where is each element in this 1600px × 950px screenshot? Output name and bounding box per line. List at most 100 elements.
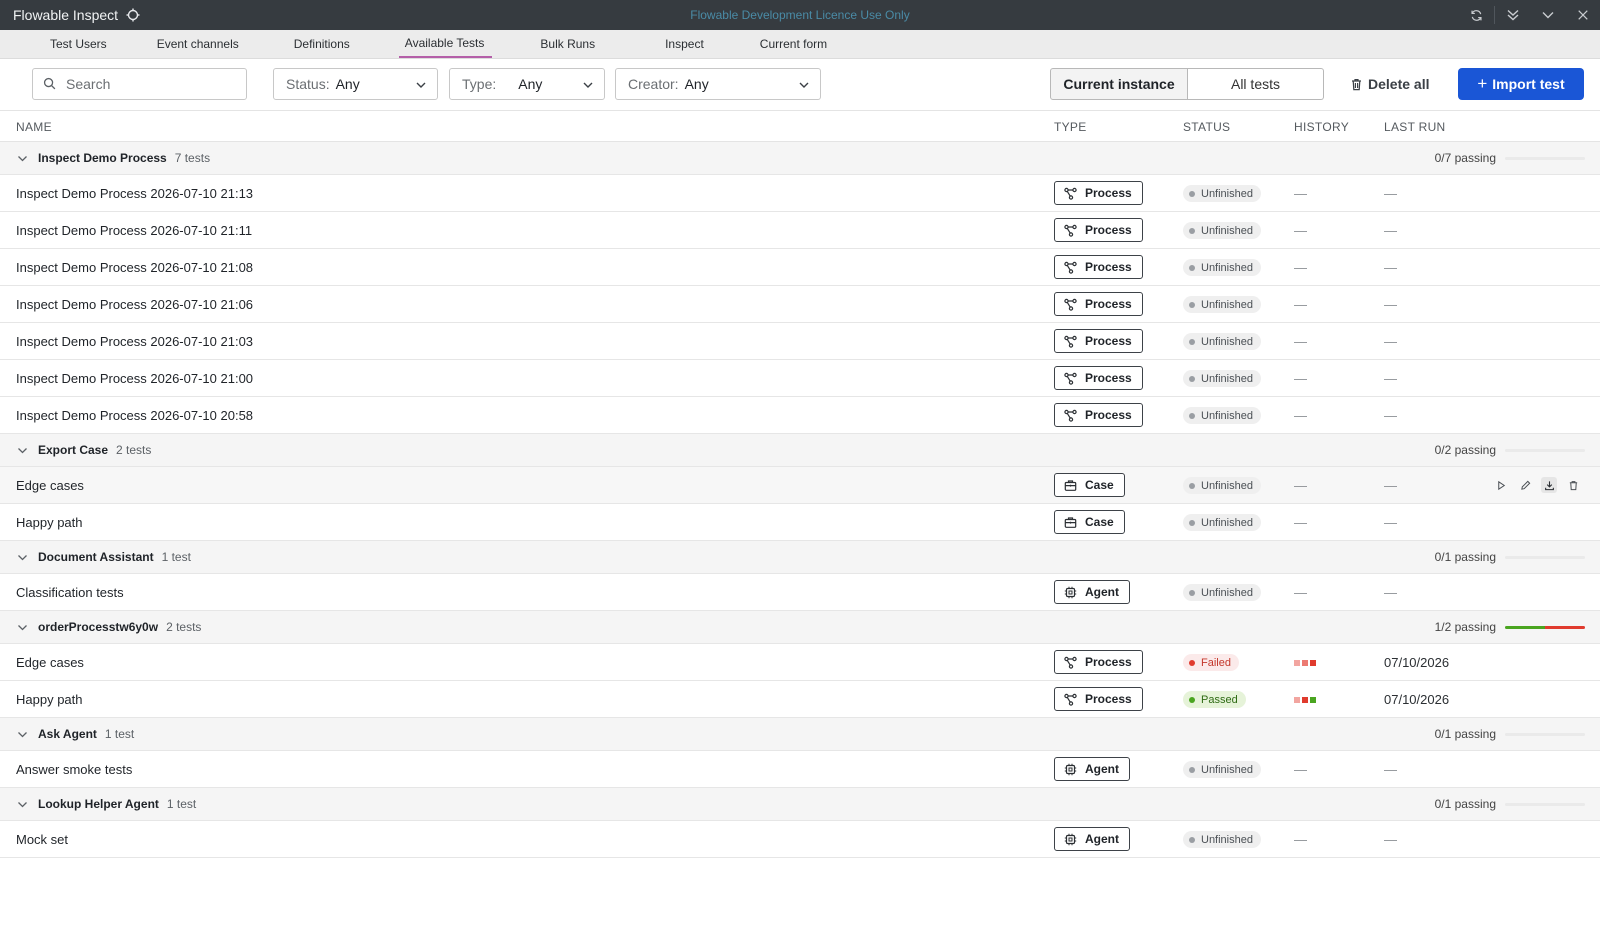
column-last-run[interactable]: LAST RUN [1384, 120, 1446, 134]
group-row[interactable]: Document Assistant 1 test 0/1 passing [0, 541, 1600, 574]
current-instance-button[interactable]: Current instance [1050, 68, 1188, 100]
type-badge: Process [1054, 366, 1143, 390]
type-badge: Process [1054, 218, 1143, 242]
group-passing: 0/2 passing [1434, 443, 1496, 457]
type-badge: Case [1054, 473, 1125, 497]
type-label: Agent [1085, 585, 1119, 599]
chevron-down-icon[interactable] [17, 153, 28, 164]
search-input[interactable] [66, 76, 236, 92]
test-row[interactable]: Inspect Demo Process 2026-07-10 21:11 Pro… [0, 212, 1600, 249]
delete-all-label: Delete all [1368, 76, 1430, 92]
agent-icon [1064, 833, 1077, 846]
progress-fail-segment [1545, 626, 1585, 629]
chevron-down-icon [798, 79, 810, 91]
test-row[interactable]: Edge cases Case Unfinished — — [0, 467, 1600, 504]
minimize-icon[interactable] [1530, 0, 1565, 30]
type-filter[interactable]: Type: Any [449, 68, 605, 100]
group-name-label: Lookup Helper Agent [38, 797, 159, 811]
download-icon[interactable] [1541, 477, 1557, 493]
tab-inspect[interactable]: Inspect [665, 30, 704, 58]
history-empty: — [1294, 832, 1307, 847]
creator-filter[interactable]: Creator: Any [615, 68, 821, 100]
column-name[interactable]: NAME [16, 120, 52, 134]
status-badge: Unfinished [1183, 584, 1261, 601]
group-name: Ask Agent 1 test [38, 727, 134, 741]
test-row[interactable]: Answer smoke tests Agent Unfinished — — [0, 751, 1600, 788]
status-dot [1189, 696, 1195, 703]
group-row[interactable]: Export Case 2 tests 0/2 passing [0, 434, 1600, 467]
chevron-down-icon[interactable] [17, 729, 28, 740]
group-passing: 0/1 passing [1434, 550, 1496, 564]
status-label: Unfinished [1201, 409, 1253, 422]
group-row[interactable]: Ask Agent 1 test 0/1 passing [0, 718, 1600, 751]
crosshair-icon[interactable] [126, 8, 140, 22]
group-test-count: 7 tests [174, 151, 211, 165]
row-actions [1493, 477, 1581, 493]
column-status[interactable]: STATUS [1183, 120, 1230, 134]
column-type[interactable]: TYPE [1054, 120, 1087, 134]
status-dot [1189, 766, 1195, 773]
history-square [1310, 660, 1316, 666]
chevron-down-icon[interactable] [17, 552, 28, 563]
process-icon [1064, 187, 1077, 200]
test-row[interactable]: Inspect Demo Process 2026-07-10 21:08 Pro… [0, 249, 1600, 286]
group-row[interactable]: Lookup Helper Agent 1 test 0/1 passing [0, 788, 1600, 821]
type-label: Process [1085, 334, 1132, 348]
refresh-icon[interactable] [1459, 0, 1494, 30]
close-icon[interactable] [1565, 0, 1600, 30]
status-badge: Unfinished [1183, 370, 1261, 387]
tab-bulk-runs[interactable]: Bulk Runs [540, 30, 595, 58]
group-passing: 0/7 passing [1434, 151, 1496, 165]
import-test-button[interactable]: + Import test [1458, 68, 1584, 100]
chevron-down-icon[interactable] [17, 799, 28, 810]
test-row[interactable]: Edge cases Process Failed 07/10/2026 [0, 644, 1600, 681]
test-name: Inspect Demo Process 2026-07-10 21:13 [16, 186, 254, 201]
tab-definitions[interactable]: Definitions [294, 30, 350, 58]
status-badge: Unfinished [1183, 296, 1261, 313]
run-icon[interactable] [1493, 477, 1509, 493]
trash-icon [1350, 78, 1363, 91]
test-row[interactable]: Inspect Demo Process 2026-07-10 20:58 Pro… [0, 397, 1600, 434]
test-row[interactable]: Inspect Demo Process 2026-07-10 21:06 Pro… [0, 286, 1600, 323]
test-row[interactable]: Mock set Agent Unfinished — — [0, 821, 1600, 858]
trash-icon[interactable] [1565, 477, 1581, 493]
window-controls [1459, 0, 1600, 30]
all-tests-button[interactable]: All tests [1188, 68, 1324, 100]
test-row[interactable]: Happy path Case Unfinished — — [0, 504, 1600, 541]
group-row[interactable]: orderProcesstw6y0w 2 tests 1/2 passing [0, 611, 1600, 644]
status-badge: Unfinished [1183, 259, 1261, 276]
status-dot [1189, 589, 1195, 596]
type-badge: Process [1054, 329, 1143, 353]
tab-test-users[interactable]: Test Users [50, 30, 107, 58]
test-row[interactable]: Inspect Demo Process 2026-07-10 21:13 Pro… [0, 175, 1600, 212]
group-passing: 1/2 passing [1434, 620, 1496, 634]
last-run-empty: — [1384, 762, 1397, 777]
test-row[interactable]: Classification tests Agent Unfinished — — [0, 574, 1600, 611]
group-row[interactable]: Inspect Demo Process 7 tests 0/7 passing [0, 142, 1600, 175]
chevron-down-icon[interactable] [17, 445, 28, 456]
search-box[interactable] [32, 68, 247, 100]
status-dot [1189, 412, 1195, 419]
status-dot [1189, 659, 1195, 666]
tab-available-tests[interactable]: Available Tests [398, 30, 492, 58]
status-label: Unfinished [1201, 335, 1253, 348]
tab-event-channels[interactable]: Event channels [157, 30, 239, 58]
test-row[interactable]: Happy path Process Passed 07/10/2026 [0, 681, 1600, 718]
history-empty: — [1294, 515, 1307, 530]
test-name: Happy path [16, 515, 83, 530]
status-filter[interactable]: Status: Any [273, 68, 438, 100]
test-name: Edge cases [16, 655, 84, 670]
progress-pass-segment [1505, 626, 1545, 629]
edit-icon[interactable] [1517, 477, 1533, 493]
chevron-down-icon[interactable] [17, 622, 28, 633]
process-icon [1064, 261, 1077, 274]
test-row[interactable]: Inspect Demo Process 2026-07-10 21:03 Pro… [0, 323, 1600, 360]
test-row[interactable]: Inspect Demo Process 2026-07-10 21:00 Pro… [0, 360, 1600, 397]
delete-all-button[interactable]: Delete all [1350, 68, 1429, 100]
tab-current-form[interactable]: Current form [760, 30, 827, 58]
tab-bar: Test Users Event channels Definitions Av… [0, 30, 1600, 59]
test-name: Inspect Demo Process 2026-07-10 21:00 [16, 371, 254, 386]
collapse-all-icon[interactable] [1495, 0, 1530, 30]
process-icon [1064, 224, 1077, 237]
import-test-label: Import test [1492, 76, 1565, 92]
